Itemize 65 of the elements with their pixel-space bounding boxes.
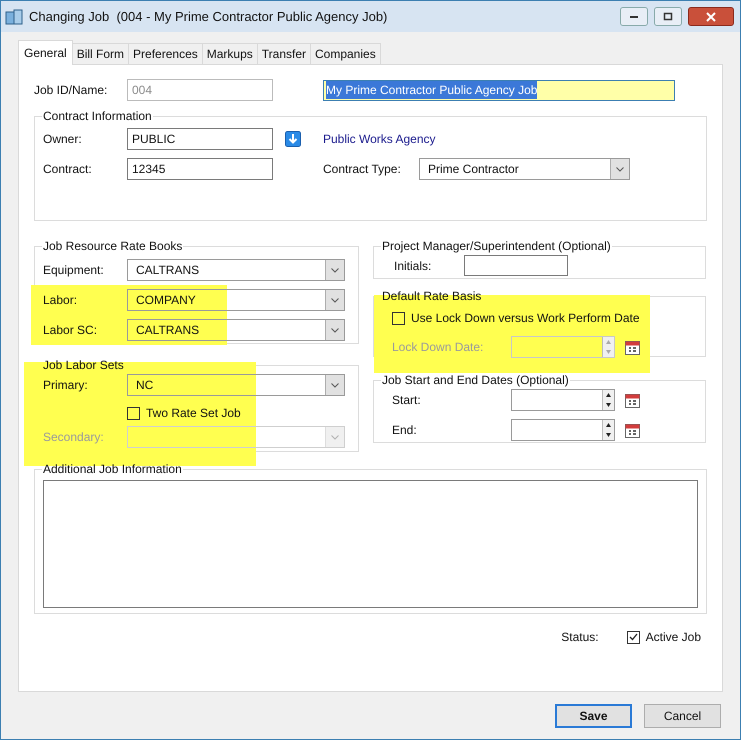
close-icon <box>705 12 717 22</box>
checkbox[interactable] <box>392 312 405 324</box>
field-label: Job ID/Name: <box>34 82 108 99</box>
dropdown[interactable]: NC <box>127 374 345 396</box>
checkbox-label: Two Rate Set Job <box>146 405 241 422</box>
window-title: Changing Job (004 - My Prime Contractor Public Agency Job) <box>29 8 388 26</box>
dropdown[interactable]: CALTRANS <box>127 319 345 341</box>
dropdown[interactable]: COMPANY <box>127 289 345 311</box>
chevron-down-icon <box>331 434 339 440</box>
dropdown-value: CALTRANS <box>136 263 200 277</box>
group-title: Job Labor Sets <box>43 358 124 372</box>
checkbox[interactable] <box>626 630 640 644</box>
input-field[interactable]: PUBLIC <box>127 128 273 150</box>
chevron-down-icon <box>331 268 339 272</box>
checkbox[interactable] <box>127 406 140 420</box>
group-title: Additional Job Information <box>43 462 182 476</box>
date-field[interactable] <box>511 419 615 441</box>
maximize-button[interactable] <box>654 7 682 26</box>
maximize-icon <box>663 12 673 21</box>
group-title: Job Start and End Dates (Optional) <box>382 373 569 387</box>
dialog-button[interactable]: Save <box>555 704 632 728</box>
status-label: Status: <box>561 629 599 646</box>
tab[interactable]: General <box>18 40 73 65</box>
field-label: Primary: <box>43 377 89 394</box>
field-label: Contract Type: <box>323 161 402 178</box>
dialog-button[interactable]: Cancel <box>644 704 721 728</box>
dropdown[interactable]: Prime Contractor <box>419 158 630 180</box>
minimize-button[interactable] <box>620 7 648 26</box>
input-field[interactable] <box>464 255 568 276</box>
date-field[interactable] <box>511 389 615 411</box>
dropdown-value: NC <box>136 378 154 392</box>
chevron-down-icon <box>331 382 339 388</box>
tab[interactable]: Companies <box>310 43 381 64</box>
field-label: Initials: <box>394 258 432 274</box>
field-label: Contract: <box>43 161 93 178</box>
input-field[interactable]: My Prime Contractor Public Agency Job <box>323 80 675 100</box>
checkbox-label: Use Lock Down versus Work Perform Date <box>411 310 640 327</box>
field-label: Lock Down Date: <box>392 339 484 356</box>
group-title: Project Manager/Superintendent (Optional) <box>382 239 611 253</box>
dropdown[interactable]: CALTRANS <box>127 259 345 281</box>
arrow-down-icon[interactable] <box>285 131 301 147</box>
group-title: Contract Information <box>43 109 152 123</box>
chevron-down-icon <box>616 166 624 172</box>
field-label: Equipment: <box>43 262 105 279</box>
input-field[interactable]: 12345 <box>127 158 273 180</box>
field-label: Labor SC: <box>43 322 98 339</box>
folder-icon <box>5 8 23 26</box>
dropdown-value: COMPANY <box>136 293 196 307</box>
close-button[interactable] <box>688 7 734 26</box>
field-label: Labor: <box>43 292 78 309</box>
owner-name: Public Works Agency <box>323 131 436 148</box>
calendar-icon[interactable] <box>625 392 640 408</box>
field-label: Owner: <box>43 131 83 148</box>
dropdown-value: CALTRANS <box>136 323 200 337</box>
dropdown-value: Prime Contractor <box>428 162 519 176</box>
checkbox-label: Active Job <box>646 629 701 646</box>
field-label: Secondary: <box>43 429 105 446</box>
chevron-down-icon <box>331 328 339 332</box>
field-label: End: <box>392 422 418 439</box>
calendar-icon[interactable] <box>625 339 640 355</box>
group-title: Job Resource Rate Books <box>43 239 182 253</box>
minimize-icon <box>629 14 639 18</box>
chevron-down-icon <box>331 298 339 302</box>
field-label: Start: <box>392 392 422 409</box>
calendar-icon[interactable] <box>625 422 640 438</box>
